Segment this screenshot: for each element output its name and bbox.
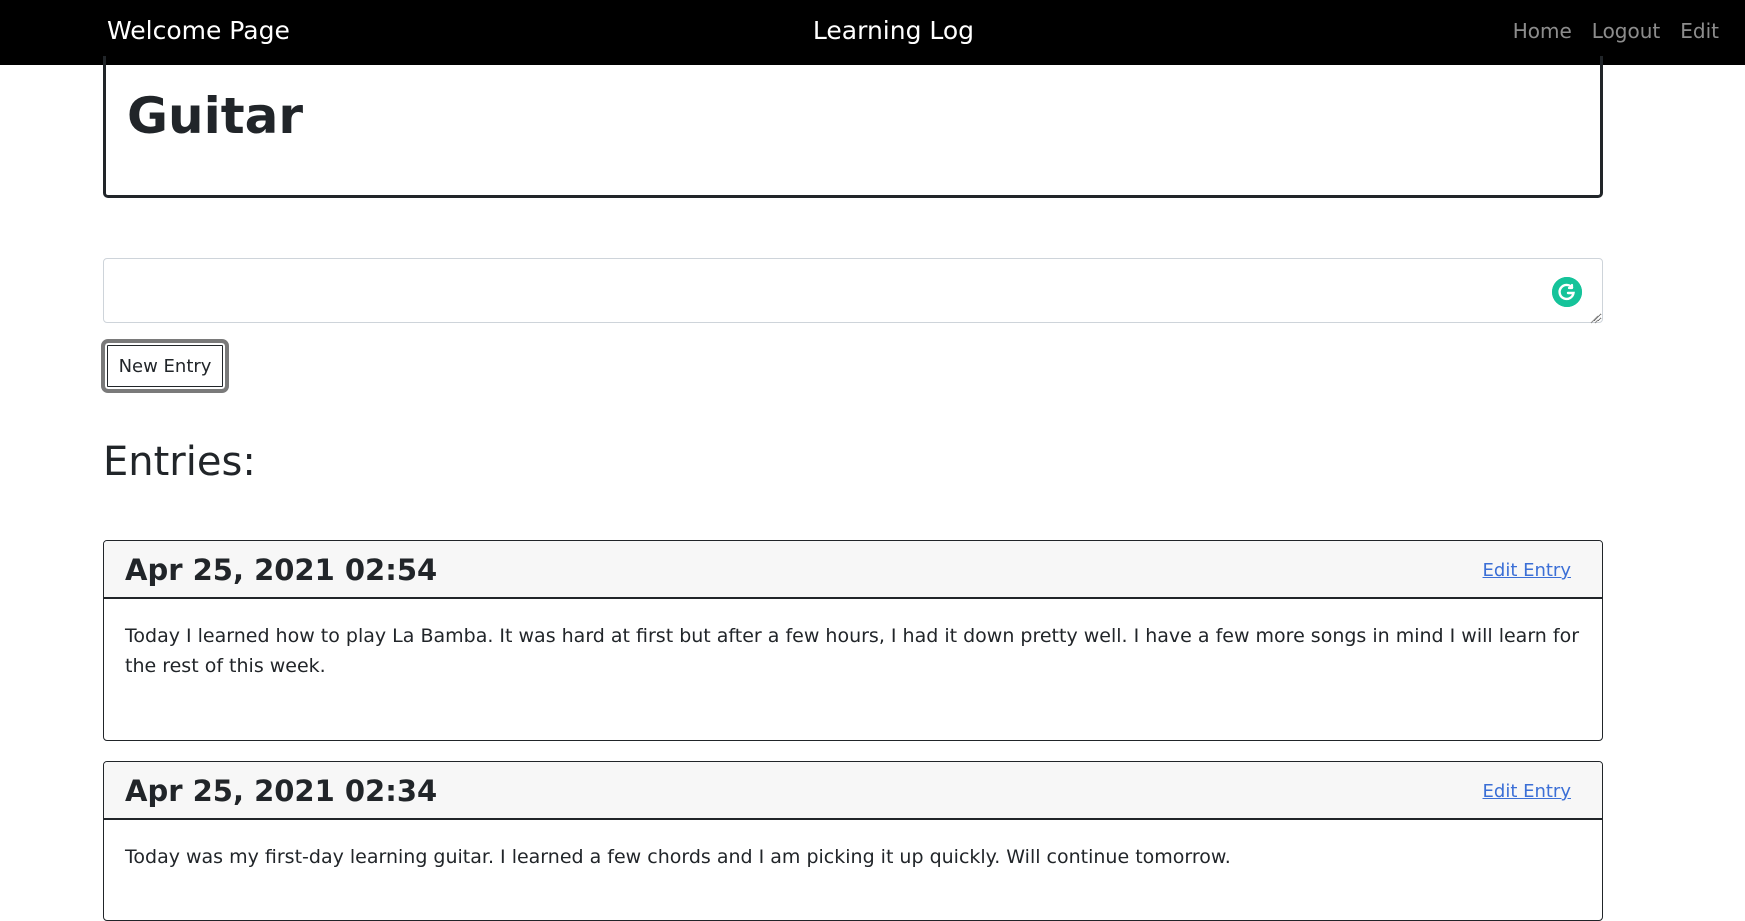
topic-title: Guitar	[127, 87, 304, 145]
entries-heading: Entries:	[103, 439, 256, 485]
nav-logout-link[interactable]: Logout	[1592, 18, 1660, 44]
entry-card-body: Today I learned how to play La Bamba. It…	[104, 599, 1602, 681]
entry-card: Apr 25, 2021 02:34 Edit Entry Today was …	[103, 761, 1603, 921]
grammarly-icon[interactable]	[1552, 277, 1582, 307]
entry-text: Today I learned how to play La Bamba. It…	[125, 625, 1580, 677]
topic-header: Guitar	[103, 56, 1603, 198]
entry-card-header: Apr 25, 2021 02:34 Edit Entry	[104, 762, 1602, 820]
nav-home-link[interactable]: Home	[1513, 18, 1572, 44]
edit-entry-link[interactable]: Edit Entry	[1483, 780, 1571, 804]
resize-grip-icon[interactable]	[1589, 309, 1599, 324]
nav-links: Home Logout Edit	[1513, 18, 1719, 44]
entry-card: Apr 25, 2021 02:54 Edit Entry Today I le…	[103, 540, 1603, 741]
entry-date: Apr 25, 2021 02:34	[125, 774, 438, 808]
entry-card-body: Today was my first-day learning guitar. …	[104, 820, 1602, 872]
entry-text: Today was my first-day learning guitar. …	[125, 846, 1231, 868]
entry-date: Apr 25, 2021 02:54	[125, 553, 438, 587]
edit-entry-link[interactable]: Edit Entry	[1483, 559, 1571, 583]
entry-textarea[interactable]	[103, 258, 1603, 323]
entry-card-header: Apr 25, 2021 02:54 Edit Entry	[104, 541, 1602, 599]
site-title: Learning Log	[812, 16, 975, 45]
nav-edit-link[interactable]: Edit	[1680, 18, 1719, 44]
new-entry-button[interactable]: New Entry	[101, 339, 229, 393]
